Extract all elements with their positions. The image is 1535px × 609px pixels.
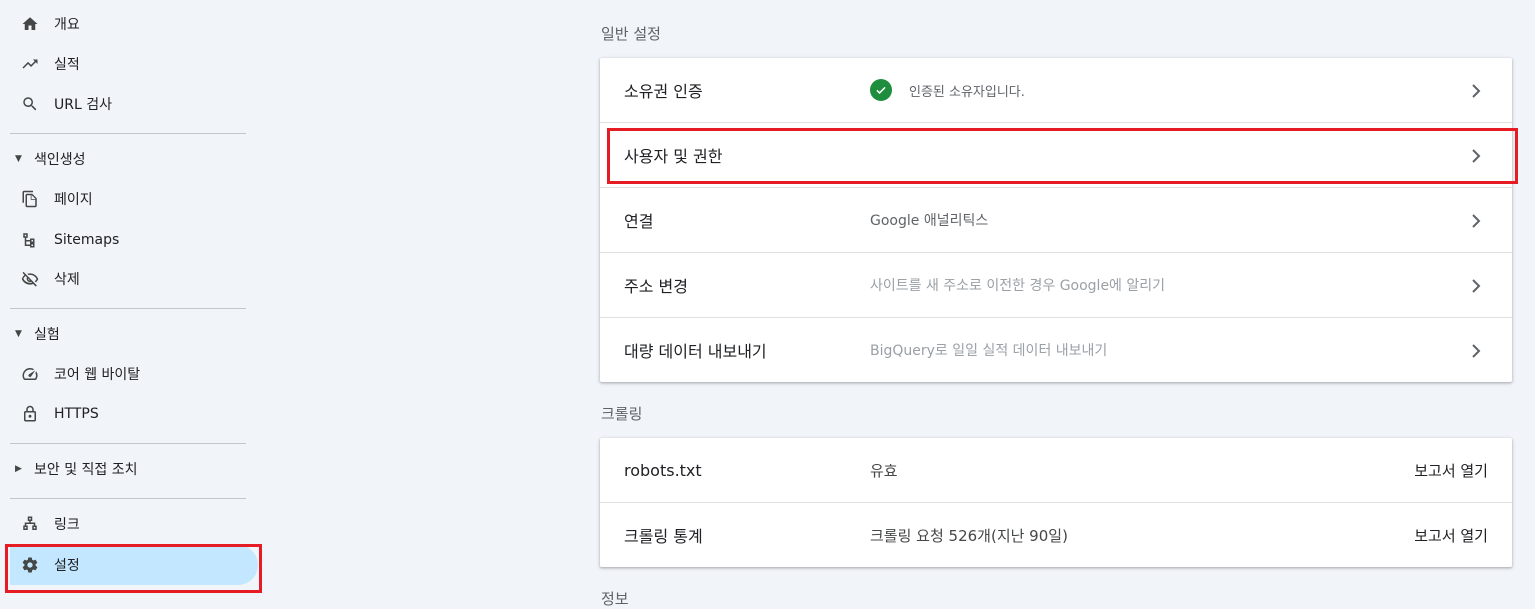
sidebar-item-pages[interactable]: 페이지 [10, 179, 93, 219]
chevron-right-icon [1470, 83, 1482, 98]
verified-status-text: 인증된 소유자입니다. [909, 84, 1025, 100]
sidebar-item-label: 링크 [54, 517, 80, 533]
section-header-indexing[interactable]: ▼ 색인생성 [10, 141, 86, 177]
open-report-button[interactable]: 보고서 열기 [1414, 460, 1488, 481]
sidebar-item-label: 개요 [54, 17, 80, 33]
trending-up-icon [20, 54, 40, 74]
sidebar-item-label: 페이지 [54, 192, 93, 208]
highlight-box-settings [5, 544, 262, 593]
row-value: 크롤링 요청 526개(지난 90일) [870, 526, 1068, 545]
settings-row-change-of-address[interactable]: 주소 변경 사이트를 새 주소로 이전한 경우 Google에 알리기 [600, 253, 1512, 318]
chevron-right-icon [1470, 213, 1482, 228]
pages-icon [20, 189, 40, 209]
divider [10, 308, 246, 309]
lock-icon [20, 404, 40, 424]
settings-row-ownership[interactable]: 소유권 인증 인증된 소유자입니다. [600, 58, 1512, 123]
sidebar-item-label: URL 검사 [54, 97, 112, 113]
caret-right-icon: ▶ [15, 464, 22, 474]
row-label: 주소 변경 [624, 277, 688, 296]
sidebar-item-https[interactable]: HTTPS [10, 394, 99, 434]
divider [10, 443, 246, 444]
sidebar-item-performance[interactable]: 실적 [10, 44, 80, 84]
row-label: robots.txt [624, 460, 702, 480]
crawl-row-robots: robots.txt 유효 보고서 열기 [600, 438, 1512, 503]
sidebar: 개요 실적 URL 검사 ▼ 색인생성 페이지 Sitemaps 삭제 ▼ 실험… [0, 0, 270, 599]
check-circle-icon [870, 79, 892, 101]
sidebar-item-links[interactable]: 링크 [10, 504, 80, 544]
home-icon [20, 14, 40, 34]
sidebar-item-label: HTTPS [54, 406, 99, 422]
row-label: 대량 데이터 내보내기 [624, 342, 767, 361]
sidebar-item-removals[interactable]: 삭제 [10, 259, 80, 299]
sidebar-item-sitemaps[interactable]: Sitemaps [10, 220, 119, 260]
row-value: 유효 [870, 461, 898, 480]
section-header-security[interactable]: ▶ 보안 및 직접 조치 [10, 451, 138, 487]
sidebar-item-label: 코어 웹 바이탈 [54, 367, 141, 383]
crawl-row-stats: 크롤링 통계 크롤링 요청 526개(지난 90일) 보고서 열기 [600, 503, 1512, 567]
row-value: Google 애널리틱스 [870, 213, 989, 229]
section-header-label: 보안 및 직접 조치 [34, 462, 138, 478]
sidebar-item-core-web-vitals[interactable]: 코어 웹 바이탈 [10, 354, 140, 394]
caret-down-icon: ▼ [15, 329, 22, 339]
eye-off-icon [20, 269, 40, 289]
chevron-right-icon [1470, 343, 1482, 358]
general-settings-card: 소유권 인증 인증된 소유자입니다. 사용자 및 권한 연결 Google 애널… [600, 58, 1512, 382]
section-title-general: 일반 설정 [601, 25, 661, 43]
search-icon [20, 94, 40, 114]
speedometer-icon [20, 364, 40, 384]
highlight-box-users-permissions [607, 128, 1518, 184]
section-title-crawling: 크롤링 [601, 405, 643, 423]
open-report-button[interactable]: 보고서 열기 [1414, 525, 1488, 546]
sidebar-item-url-inspection[interactable]: URL 검사 [10, 84, 112, 124]
settings-row-bulk-export[interactable]: 대량 데이터 내보내기 BigQuery로 일일 실적 데이터 내보내기 [600, 318, 1512, 382]
row-label: 연결 [624, 212, 654, 231]
divider [10, 498, 246, 499]
row-value: BigQuery로 일일 실적 데이터 내보내기 [870, 343, 1108, 359]
row-value: 인증된 소유자입니다. [870, 79, 1025, 101]
sidebar-item-label: Sitemaps [54, 232, 120, 248]
row-value: 사이트를 새 주소로 이전한 경우 Google에 알리기 [870, 278, 1166, 294]
chevron-right-icon [1470, 278, 1482, 293]
sitemap-icon [20, 230, 40, 250]
section-header-label: 실험 [34, 327, 60, 343]
links-icon [20, 514, 40, 534]
sidebar-item-label: 실적 [54, 57, 80, 73]
divider [10, 133, 246, 134]
settings-row-associations[interactable]: 연결 Google 애널리틱스 [600, 188, 1512, 253]
caret-down-icon: ▼ [15, 154, 22, 164]
sidebar-item-label: 삭제 [54, 272, 80, 288]
sidebar-item-overview[interactable]: 개요 [10, 4, 80, 44]
row-label: 크롤링 통계 [624, 527, 703, 546]
section-header-label: 색인생성 [34, 152, 86, 168]
row-label: 소유권 인증 [624, 82, 703, 101]
crawling-card: robots.txt 유효 보고서 열기 크롤링 통계 크롤링 요청 526개(… [600, 438, 1512, 567]
section-header-experience[interactable]: ▼ 실험 [10, 316, 60, 352]
